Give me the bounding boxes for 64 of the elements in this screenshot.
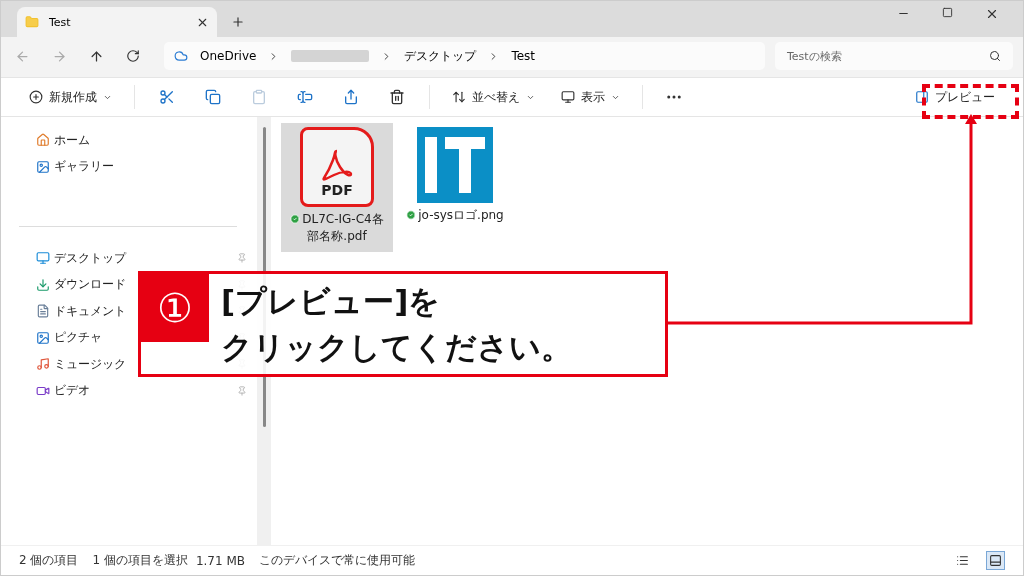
details-icon bbox=[956, 554, 969, 567]
sidebar-label: ドキュメント bbox=[54, 302, 126, 320]
sidebar-item[interactable]: ギャラリー bbox=[36, 158, 114, 176]
preview-pane-icon bbox=[915, 90, 929, 104]
sidebar-label: ホーム bbox=[54, 131, 90, 149]
rename-icon[interactable] bbox=[297, 89, 313, 105]
file-size: 1.71 MB bbox=[195, 553, 246, 568]
up-icon[interactable] bbox=[89, 48, 104, 64]
breadcrumb[interactable]: デスクトップ bbox=[404, 47, 477, 65]
sort-button[interactable]: 並べ替え bbox=[442, 84, 545, 110]
close-icon[interactable] bbox=[985, 7, 999, 21]
tiles-view-button[interactable] bbox=[986, 551, 1005, 570]
picture-icon bbox=[36, 330, 50, 345]
sidebar-item[interactable]: ホーム bbox=[36, 131, 90, 149]
new-tab-icon[interactable] bbox=[231, 15, 245, 29]
sidebar-item[interactable]: ミュージック bbox=[36, 355, 126, 373]
sidebar-label: デスクトップ bbox=[54, 249, 126, 267]
file-name: DL7C-IG-C4各部名称.pdf bbox=[285, 211, 389, 246]
cut-icon[interactable] bbox=[159, 89, 175, 105]
search-icon bbox=[989, 50, 1001, 62]
sidebar-item[interactable]: デスクトップ bbox=[36, 249, 126, 267]
preview-button[interactable]: プレビュー bbox=[905, 84, 1005, 110]
tiles-icon bbox=[989, 554, 1002, 567]
new-button[interactable]: 新規作成 bbox=[19, 84, 122, 110]
download-icon bbox=[36, 277, 50, 292]
breadcrumb[interactable]: Test bbox=[511, 49, 536, 63]
pdf-label: PDF bbox=[321, 182, 353, 198]
gallery-icon bbox=[36, 159, 50, 174]
sidebar-item[interactable]: ピクチャ bbox=[36, 329, 102, 347]
monitor-icon bbox=[561, 90, 575, 104]
sidebar-label: ギャラリー bbox=[54, 158, 114, 176]
delete-icon[interactable] bbox=[389, 89, 405, 105]
sidebar-item[interactable]: ドキュメント bbox=[36, 302, 126, 320]
search-field[interactable]: Testの検索 bbox=[775, 42, 1013, 70]
refresh-icon[interactable] bbox=[126, 49, 140, 63]
step-number: ① bbox=[141, 274, 209, 342]
sidebar-label: ミュージック bbox=[54, 355, 126, 373]
sidebar-item[interactable]: ビデオ bbox=[36, 382, 90, 400]
desktop-icon bbox=[36, 251, 50, 266]
callout-text: [プレビュー]を クリックしてください。 bbox=[220, 282, 572, 367]
sidebar-label: ピクチャ bbox=[54, 329, 102, 347]
address-bar[interactable]: OneDrive デスクトップ Test bbox=[164, 42, 765, 70]
item-count: 2 個の項目 bbox=[19, 552, 79, 569]
selection-info: 1 個の項目を選択 bbox=[92, 552, 188, 569]
availability-status: このデバイスで常に使用可能 bbox=[259, 552, 416, 569]
view-button[interactable]: 表示 bbox=[551, 84, 630, 110]
plus-circle-icon bbox=[29, 90, 43, 104]
music-icon bbox=[36, 357, 50, 372]
home-icon bbox=[36, 133, 50, 148]
share-icon[interactable] bbox=[343, 89, 359, 105]
sidebar-label: ダウンロード bbox=[54, 276, 126, 294]
cloud-icon bbox=[174, 49, 188, 63]
sidebar-item[interactable]: ダウンロード bbox=[36, 276, 126, 294]
file-item[interactable]: PDF DL7C-IG-C4各部名称.pdf bbox=[281, 123, 393, 252]
acrobat-swirl-icon bbox=[320, 148, 354, 182]
file-item[interactable]: jo-sysロゴ.png bbox=[399, 123, 511, 231]
file-name: jo-sysロゴ.png bbox=[406, 207, 504, 225]
window-tab[interactable]: Test bbox=[17, 7, 217, 37]
breadcrumb[interactable]: OneDrive bbox=[200, 49, 257, 63]
folder-icon bbox=[25, 15, 39, 29]
copy-icon[interactable] bbox=[205, 89, 221, 105]
sidebar-label: ビデオ bbox=[54, 382, 90, 400]
sort-arrows-icon bbox=[452, 90, 466, 104]
document-icon bbox=[36, 304, 50, 319]
